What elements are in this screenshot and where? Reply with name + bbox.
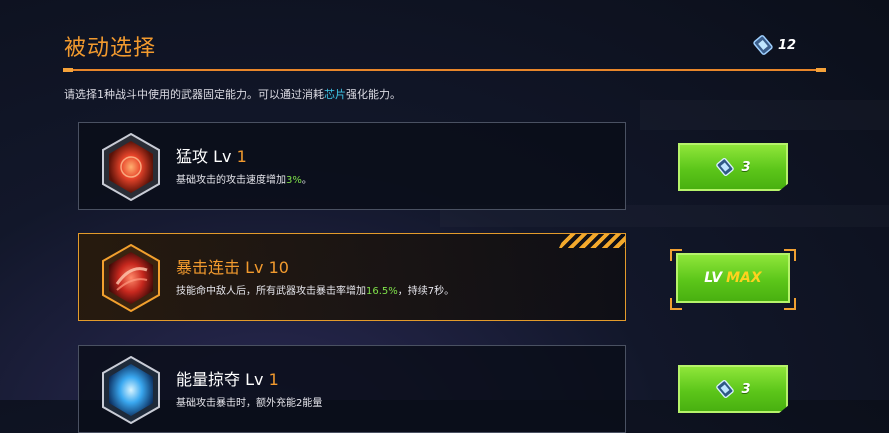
chip-icon [716,379,735,399]
background-stripe [640,100,889,130]
skill-description-text: 。 [301,175,312,186]
onslaught-skill-icon [102,133,160,201]
selected-stripes [559,234,625,248]
instruction-text-part: 请选择1种战斗中使用的武器固定能力。可以通过消耗 [64,88,324,101]
skill-level-value: 1 [268,370,279,389]
upgrade-button-onslaught[interactable]: 3 [678,143,788,191]
skill-name-text: 猛攻 [176,147,209,166]
max-lv-label: LV [704,270,723,286]
skill-level-label: Lv [213,147,232,166]
skill-name-text: 能量掠夺 [176,370,241,389]
skill-name: 猛攻 Lv 1 [176,143,247,167]
skill-card-critical-combo[interactable]: 暴击连击 Lv 10 技能命中敌人后，所有武器攻击暴击率增加16.5%，持续7秒… [78,233,626,321]
max-level-button[interactable]: LV MAX [676,253,790,303]
skill-level-label: Lv [245,258,264,277]
chip-highlight: 芯片 [324,88,346,101]
skill-description-text: 基础攻击的攻击速度增加 [176,175,286,186]
chip-icon [753,35,773,55]
skill-level-value: 10 [268,258,289,277]
critical-combo-skill-icon [102,244,160,312]
instruction-text-part: 强化能力。 [346,88,401,101]
instruction-text: 请选择1种战斗中使用的武器固定能力。可以通过消耗芯片强化能力。 [64,86,401,102]
upgrade-button-energy-plunder[interactable]: 3 [678,365,788,413]
skill-level-label: Lv [245,370,264,389]
skill-card-energy-plunder[interactable]: 能量掠夺 Lv 1 基础攻击暴击时，额外充能2能量 [78,345,626,433]
chip-count-value: 12 [778,37,797,53]
skill-description-value: 16.5% [366,286,398,297]
skill-description: 技能命中敌人后，所有武器攻击暴击率增加16.5%，持续7秒。 [176,282,454,297]
upgrade-cost: 3 [741,159,751,175]
chip-icon [716,157,735,177]
page-title: 被动选择 [64,36,157,61]
skill-name: 能量掠夺 Lv 1 [176,366,279,390]
skill-description: 基础攻击暴击时，额外充能2能量 [176,394,322,409]
skill-name: 暴击连击 Lv 10 [176,254,289,278]
max-label: MAX [726,270,762,286]
skill-card-onslaught[interactable]: 猛攻 Lv 1 基础攻击的攻击速度增加3%。 [78,122,626,210]
chip-counter: 12 [752,34,796,56]
skill-description-text: ，持续7秒。 [397,286,455,297]
header-divider [63,68,826,72]
energy-plunder-skill-icon [102,356,160,424]
skill-description-text: 技能命中敌人后，所有武器攻击暴击率增加 [176,286,366,297]
upgrade-cost: 3 [741,381,751,397]
skill-description-value: 3% [286,175,302,186]
skill-description: 基础攻击的攻击速度增加3%。 [176,171,312,186]
skill-name-text: 暴击连击 [176,258,241,277]
skill-level-value: 1 [236,147,247,166]
